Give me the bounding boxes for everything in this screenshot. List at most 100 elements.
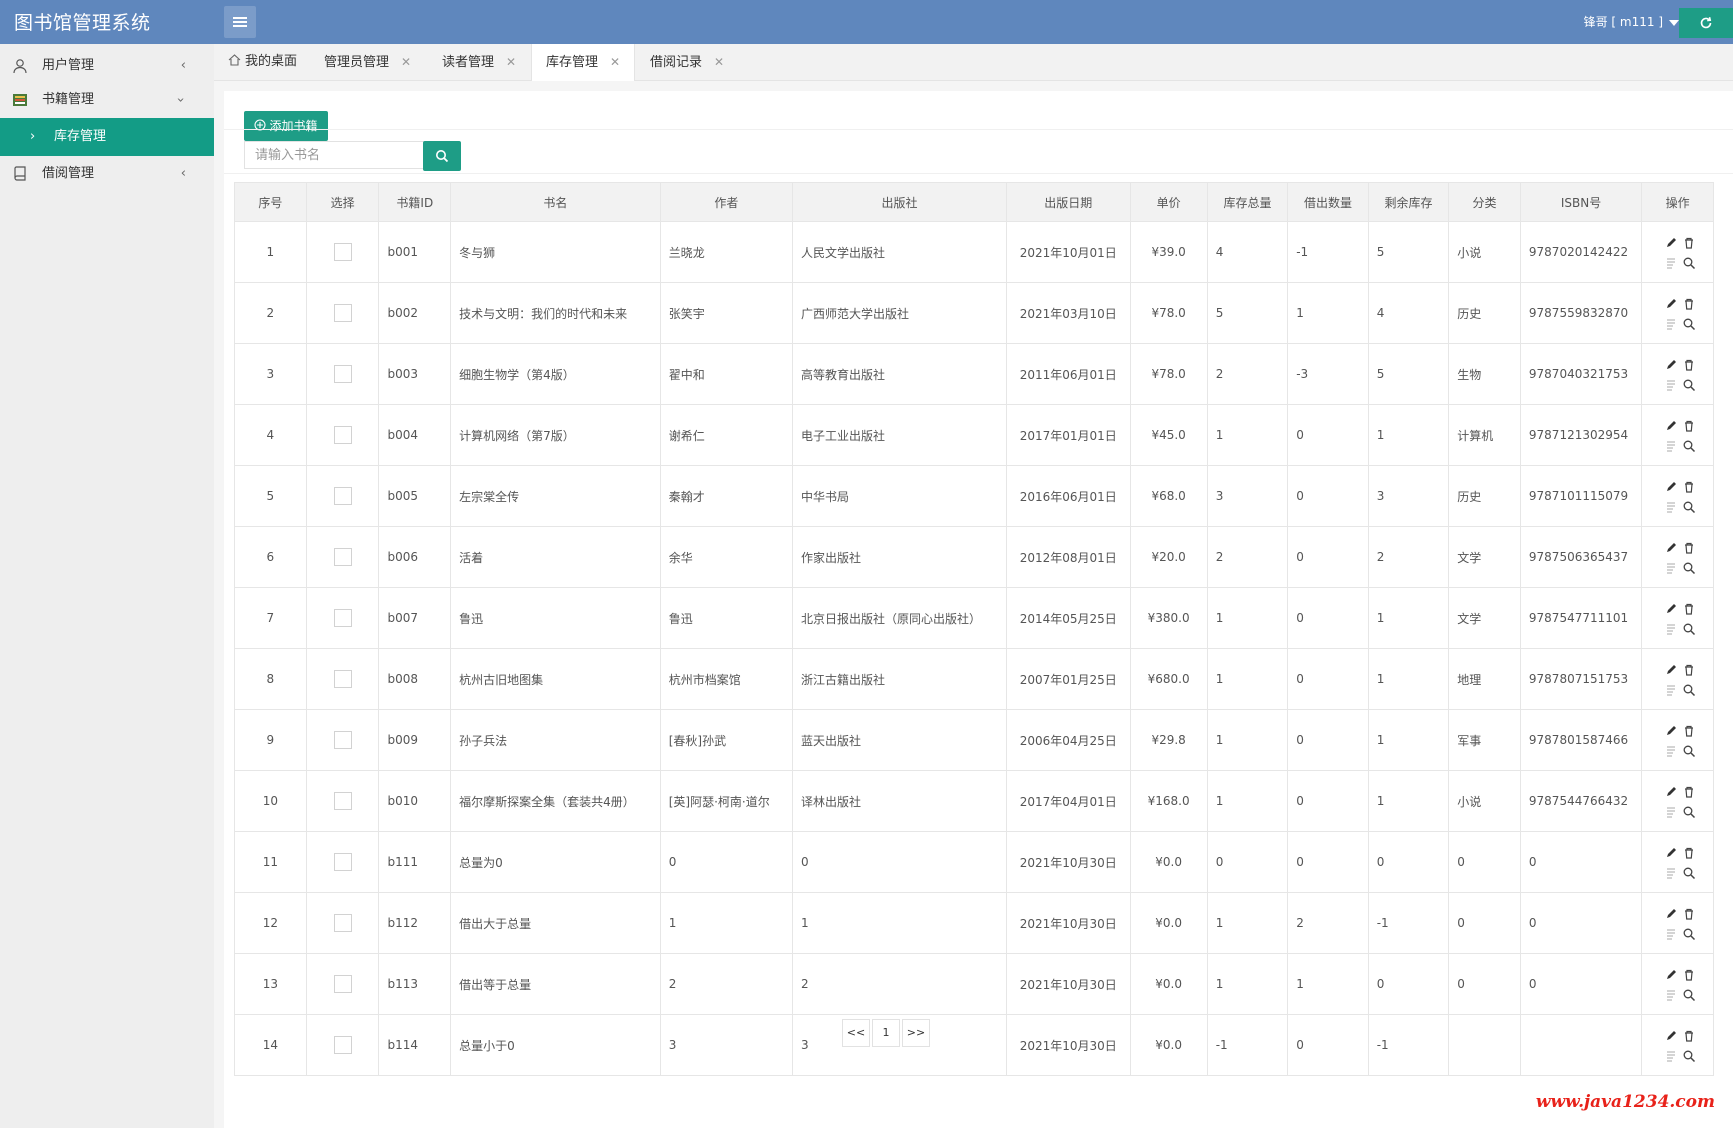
- trash-icon[interactable]: [1682, 968, 1696, 982]
- magnifier-icon[interactable]: [1682, 683, 1696, 697]
- close-icon[interactable]: ✕: [401, 55, 411, 69]
- magnifier-icon[interactable]: [1682, 927, 1696, 941]
- tab-reader-management[interactable]: 读者管理 ✕: [442, 44, 516, 80]
- prev-page-button[interactable]: <<: [842, 1019, 870, 1047]
- sidebar-item-user-management[interactable]: 用户管理 ‹: [0, 48, 214, 84]
- magnifier-icon[interactable]: [1682, 500, 1696, 514]
- page-number-button[interactable]: 1: [872, 1019, 900, 1047]
- remaining-stock: -1: [1367, 892, 1450, 954]
- row-checkbox[interactable]: [333, 853, 352, 871]
- row-checkbox[interactable]: [333, 792, 352, 810]
- detail-icon[interactable]: [1664, 622, 1678, 636]
- magnifier-icon[interactable]: [1682, 317, 1696, 331]
- detail-icon[interactable]: [1664, 805, 1678, 819]
- row-index: 12: [234, 892, 307, 954]
- edit-icon[interactable]: [1664, 419, 1678, 433]
- edit-icon[interactable]: [1664, 907, 1678, 921]
- row-checkbox[interactable]: [333, 487, 352, 505]
- trash-icon[interactable]: [1682, 1029, 1696, 1043]
- detail-icon[interactable]: [1664, 1049, 1678, 1063]
- row-checkbox[interactable]: [333, 243, 352, 261]
- row-checkbox[interactable]: [333, 365, 352, 383]
- row-checkbox[interactable]: [333, 914, 352, 932]
- search-input[interactable]: [244, 141, 424, 169]
- edit-icon[interactable]: [1664, 1029, 1678, 1043]
- edit-icon[interactable]: [1664, 236, 1678, 250]
- edit-icon[interactable]: [1664, 785, 1678, 799]
- trash-icon[interactable]: [1682, 419, 1696, 433]
- edit-icon[interactable]: [1664, 968, 1678, 982]
- detail-icon[interactable]: [1664, 683, 1678, 697]
- row-checkbox[interactable]: [333, 426, 352, 444]
- row-checkbox[interactable]: [333, 975, 352, 993]
- magnifier-icon[interactable]: [1682, 622, 1696, 636]
- borrowed-count: 0: [1287, 526, 1369, 588]
- stock-total: 1: [1206, 648, 1289, 710]
- detail-icon[interactable]: [1664, 866, 1678, 880]
- edit-icon[interactable]: [1664, 724, 1678, 738]
- detail-icon[interactable]: [1664, 988, 1678, 1002]
- magnifier-icon[interactable]: [1682, 378, 1696, 392]
- magnifier-icon[interactable]: [1682, 256, 1696, 270]
- magnifier-icon[interactable]: [1682, 744, 1696, 758]
- book-title: 左宗棠全传: [450, 465, 661, 527]
- trash-icon[interactable]: [1682, 846, 1696, 860]
- detail-icon[interactable]: [1664, 439, 1678, 453]
- trash-icon[interactable]: [1682, 236, 1696, 250]
- publish-date: 2016年06月01日: [1006, 465, 1131, 527]
- detail-icon[interactable]: [1664, 500, 1678, 514]
- magnifier-icon[interactable]: [1682, 439, 1696, 453]
- tab-my-desktop[interactable]: 我的桌面: [228, 44, 297, 80]
- sidebar-item-borrow-management[interactable]: 借阅管理 ‹: [0, 156, 214, 192]
- tab-borrow-records[interactable]: 借阅记录 ✕: [650, 44, 724, 80]
- detail-icon[interactable]: [1664, 561, 1678, 575]
- edit-icon[interactable]: [1664, 663, 1678, 677]
- trash-icon[interactable]: [1682, 358, 1696, 372]
- magnifier-icon[interactable]: [1682, 866, 1696, 880]
- detail-icon[interactable]: [1664, 744, 1678, 758]
- sidebar-item-book-management[interactable]: 书籍管理 ‹: [0, 82, 214, 118]
- trash-icon[interactable]: [1682, 907, 1696, 921]
- sidebar-item-inventory[interactable]: › 库存管理: [0, 118, 214, 156]
- row-checkbox[interactable]: [333, 670, 352, 688]
- edit-icon[interactable]: [1664, 602, 1678, 616]
- magnifier-icon[interactable]: [1682, 988, 1696, 1002]
- edit-icon[interactable]: [1664, 541, 1678, 555]
- trash-icon[interactable]: [1682, 785, 1696, 799]
- trash-icon[interactable]: [1682, 541, 1696, 555]
- trash-icon[interactable]: [1682, 602, 1696, 616]
- row-checkbox[interactable]: [333, 609, 352, 627]
- magnifier-icon[interactable]: [1682, 561, 1696, 575]
- close-icon[interactable]: ✕: [610, 55, 620, 69]
- row-checkbox[interactable]: [333, 304, 352, 322]
- refresh-button[interactable]: [1679, 8, 1733, 38]
- menu-toggle-button[interactable]: [224, 6, 256, 38]
- add-book-button[interactable]: 添加书籍: [244, 111, 328, 141]
- close-icon[interactable]: ✕: [506, 55, 516, 69]
- edit-icon[interactable]: [1664, 297, 1678, 311]
- edit-icon[interactable]: [1664, 480, 1678, 494]
- detail-icon[interactable]: [1664, 927, 1678, 941]
- select-cell: [305, 770, 380, 832]
- close-icon[interactable]: ✕: [714, 55, 724, 69]
- magnifier-icon[interactable]: [1682, 805, 1696, 819]
- user-menu[interactable]: 锋哥 [ m111 ]: [1584, 13, 1679, 30]
- trash-icon[interactable]: [1682, 663, 1696, 677]
- row-checkbox[interactable]: [333, 1036, 352, 1054]
- row-checkbox[interactable]: [333, 731, 352, 749]
- trash-icon[interactable]: [1682, 480, 1696, 494]
- tab-admin-management[interactable]: 管理员管理 ✕: [324, 44, 411, 80]
- detail-icon[interactable]: [1664, 378, 1678, 392]
- detail-icon[interactable]: [1664, 317, 1678, 331]
- row-checkbox[interactable]: [333, 548, 352, 566]
- author: 余华: [659, 526, 794, 588]
- edit-icon[interactable]: [1664, 846, 1678, 860]
- next-page-button[interactable]: >>: [902, 1019, 930, 1047]
- trash-icon[interactable]: [1682, 297, 1696, 311]
- trash-icon[interactable]: [1682, 724, 1696, 738]
- tab-inventory-management[interactable]: 库存管理 ✕: [531, 44, 636, 81]
- search-button[interactable]: [423, 141, 461, 171]
- detail-icon[interactable]: [1664, 256, 1678, 270]
- magnifier-icon[interactable]: [1682, 1049, 1696, 1063]
- edit-icon[interactable]: [1664, 358, 1678, 372]
